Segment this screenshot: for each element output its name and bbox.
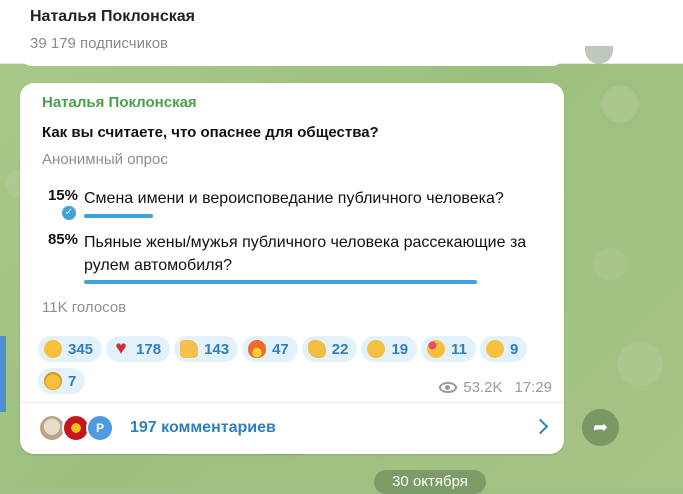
reaction-hearts[interactable]: 11 xyxy=(421,336,477,362)
hugging-face-icon xyxy=(486,340,505,358)
red-heart-icon: ♥ xyxy=(115,338,127,359)
poll-question: Как вы считаете, что опаснее для обществ… xyxy=(42,124,379,141)
reaction-count: 345 xyxy=(68,340,94,358)
chevron-right-icon xyxy=(532,418,549,435)
message-meta: 53.2K 17:29 xyxy=(439,379,552,396)
reaction-hug[interactable]: 9 xyxy=(480,336,528,362)
channel-title: Наталья Поклонская xyxy=(30,8,195,25)
reaction-heart[interactable]: ♥ 178 xyxy=(106,336,171,362)
reaction-thumbs-up[interactable]: 143 xyxy=(174,336,239,362)
grinning-face-icon xyxy=(44,340,62,358)
fire-icon xyxy=(248,340,267,358)
message-time: 17:29 xyxy=(514,379,552,396)
eye-icon xyxy=(439,382,458,393)
option-percent: 15% xyxy=(47,187,78,204)
reaction-count: 11 xyxy=(451,340,468,358)
reaction-fire[interactable]: 47 xyxy=(242,336,298,362)
reaction-count: 9 xyxy=(510,340,519,358)
reaction-count: 22 xyxy=(331,340,349,358)
thinking-face-icon xyxy=(367,340,386,358)
date-badge: 30 октября xyxy=(374,470,486,494)
view-count: 53.2K xyxy=(463,379,503,396)
reaction-count: 19 xyxy=(391,340,409,358)
poll-option[interactable]: 85% Пьяные жены/мужья публичного человек… xyxy=(42,231,552,291)
thumbs-up-icon xyxy=(180,340,199,358)
forward-arrow-icon: ➦ xyxy=(592,417,609,437)
reaction-grinning[interactable]: 345 xyxy=(38,336,103,362)
reaction-clap[interactable]: 22 xyxy=(301,336,358,362)
option-text: Смена имени и вероисповедание публичного… xyxy=(84,190,504,207)
smiling-face-with-hearts-icon xyxy=(427,340,446,358)
vote-count: 11K голосов xyxy=(42,299,127,316)
checkmark-icon: ✓ xyxy=(62,206,76,220)
comments-button[interactable]: P 197 комментариев xyxy=(20,403,564,454)
option-text: Пьяные жены/мужья публичного человека ра… xyxy=(84,234,527,274)
avatar: P xyxy=(86,414,114,442)
share-button[interactable]: ➦ xyxy=(582,409,619,446)
reaction-star-struck[interactable]: 7 xyxy=(38,368,86,394)
reaction-count: 7 xyxy=(68,372,77,390)
poll-option[interactable]: 15% ✓ Смена имени и вероисповедание публ… xyxy=(42,186,552,226)
previous-message-bubble xyxy=(20,50,564,66)
reaction-count: 178 xyxy=(136,340,162,358)
star-struck-icon xyxy=(44,372,62,390)
comments-label: 197 комментариев xyxy=(130,419,276,436)
reaction-count: 47 xyxy=(272,340,289,358)
option-result-bar xyxy=(84,214,153,218)
reaction-thinking[interactable]: 19 xyxy=(361,336,418,362)
sidebar-selection-marker xyxy=(0,336,6,412)
poll-type: Анонимный опрос xyxy=(42,151,168,168)
message-author[interactable]: Наталья Поклонская xyxy=(42,94,197,111)
option-percent: 85% xyxy=(47,231,78,248)
option-result-bar xyxy=(84,280,477,284)
clapping-hands-icon xyxy=(307,340,326,358)
reaction-count: 143 xyxy=(204,340,230,358)
poll-message: Наталья Поклонская Как вы считаете, что … xyxy=(20,83,564,454)
